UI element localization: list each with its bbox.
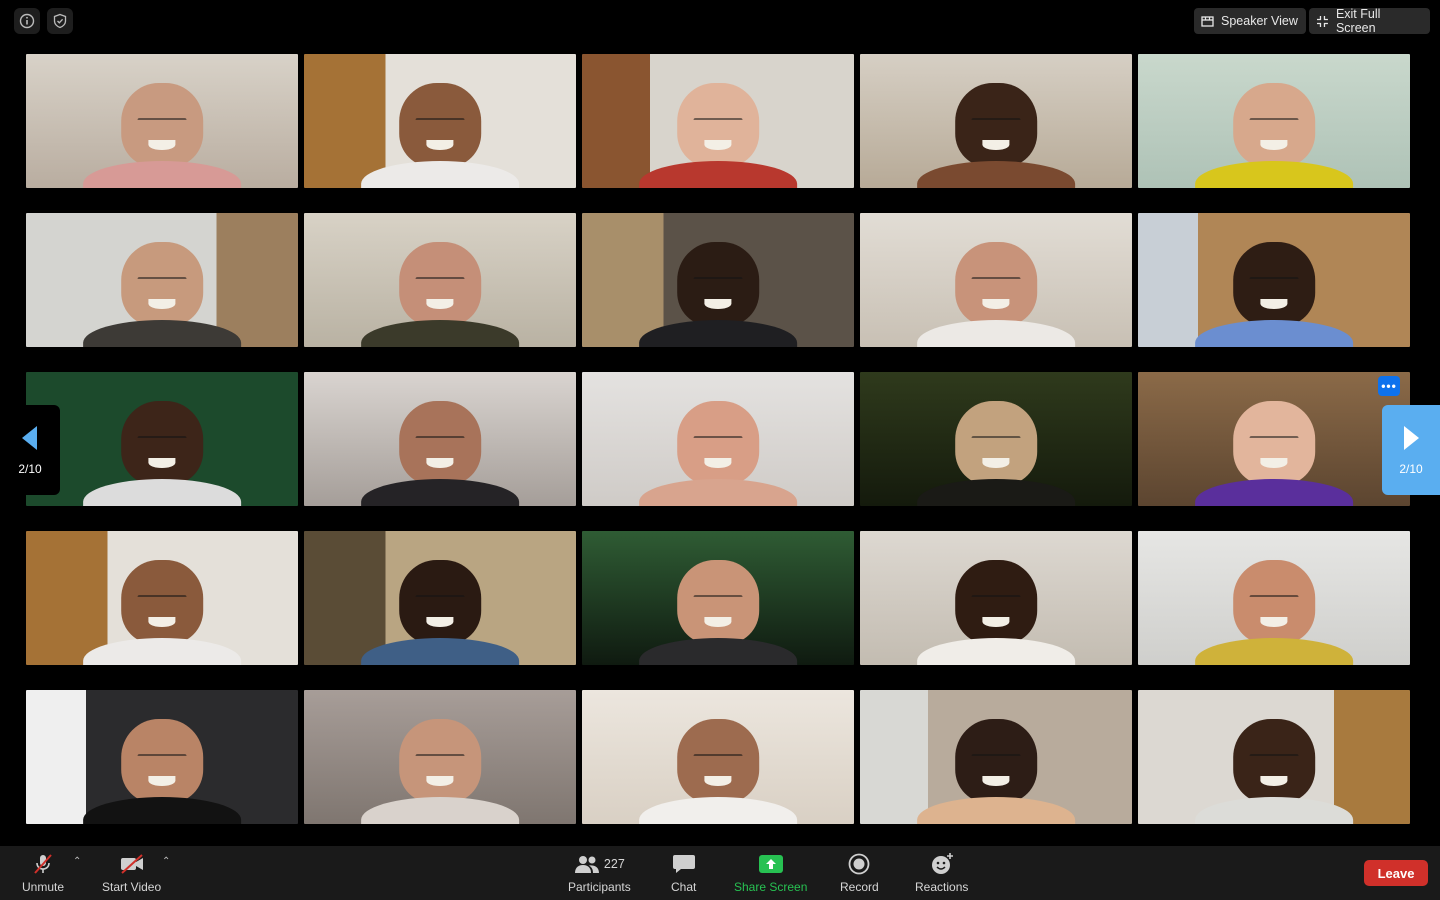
left-arrow-icon — [22, 426, 37, 450]
page-indicator-left: 2/10 — [18, 462, 42, 476]
share-screen-icon — [758, 855, 783, 873]
participants-icon — [574, 856, 599, 873]
unmute-label: Unmute — [22, 880, 65, 894]
participant-video-tile[interactable] — [26, 690, 298, 824]
participant-video-tile[interactable] — [26, 213, 298, 347]
participant-video-tile[interactable] — [1138, 54, 1410, 188]
video-options-caret-icon[interactable]: ⌃ — [162, 856, 170, 867]
chat-bubble-icon — [672, 855, 695, 873]
exit-full-screen-icon — [1316, 15, 1328, 27]
speaker-view-label: Speaker View — [1221, 14, 1298, 28]
participant-video-tile[interactable] — [582, 213, 854, 347]
participant-video-tile[interactable] — [582, 372, 854, 506]
participant-video-tile[interactable] — [304, 372, 576, 506]
participant-video-tile[interactable] — [304, 531, 576, 665]
exit-full-screen-button[interactable]: Exit Full Screen — [1309, 7, 1430, 35]
meeting-info-icon[interactable] — [14, 8, 40, 34]
participant-video-tile[interactable] — [26, 372, 298, 506]
record-icon — [848, 853, 870, 875]
participants-button[interactable]: 227 Participants — [568, 852, 631, 894]
participant-video-tile[interactable] — [582, 531, 854, 665]
participant-video-tile[interactable] — [582, 690, 854, 824]
participants-label: Participants — [568, 880, 631, 894]
chat-button[interactable]: Chat — [671, 852, 696, 894]
unmute-button[interactable]: Unmute — [22, 852, 64, 894]
video-off-icon — [120, 854, 143, 874]
participant-video-tile[interactable] — [860, 372, 1132, 506]
chat-label: Chat — [671, 880, 697, 894]
page-indicator-right: 2/10 — [1399, 462, 1423, 476]
security-shield-icon[interactable] — [47, 8, 73, 34]
record-button[interactable]: Record — [840, 852, 879, 894]
participant-video-tile[interactable] — [304, 54, 576, 188]
more-options-icon[interactable]: ••• — [1378, 376, 1400, 396]
start-video-button[interactable]: Start Video — [102, 852, 161, 894]
reactions-smiley-icon — [931, 853, 953, 874]
muted-microphone-icon — [34, 854, 52, 874]
audio-options-caret-icon[interactable]: ⌃ — [73, 856, 81, 867]
participant-video-tile[interactable] — [1138, 690, 1410, 824]
grid-view-icon — [1201, 15, 1214, 27]
right-arrow-icon — [1404, 426, 1419, 450]
participant-video-tile[interactable] — [26, 54, 298, 188]
speaker-view-button[interactable]: Speaker View — [1194, 8, 1306, 34]
participant-video-tile[interactable] — [860, 213, 1132, 347]
reactions-label: Reactions — [915, 880, 969, 894]
participant-video-tile[interactable]: ••• — [1138, 372, 1410, 506]
participant-video-tile[interactable] — [1138, 213, 1410, 347]
previous-page-button[interactable]: 2/10 — [0, 405, 60, 495]
next-page-button[interactable]: 2/10 — [1382, 405, 1440, 495]
exit-full-screen-label: Exit Full Screen — [1335, 7, 1381, 35]
meeting-toolbar: Unmute ⌃ Start Video ⌃ 227 Participants … — [0, 846, 1440, 900]
participant-video-tile[interactable] — [26, 531, 298, 665]
participant-video-tile[interactable] — [304, 213, 576, 347]
share-screen-button[interactable]: Share Screen — [734, 852, 807, 894]
start-video-label: Start Video — [102, 880, 162, 894]
share-screen-label: Share Screen — [734, 880, 808, 894]
reactions-button[interactable]: Reactions — [915, 852, 968, 894]
participants-count: 227 — [603, 857, 625, 871]
gallery-video-grid: ••• — [26, 54, 1414, 826]
participant-video-tile[interactable] — [860, 690, 1132, 824]
record-label: Record — [840, 880, 879, 894]
participant-video-tile[interactable] — [1138, 531, 1410, 665]
participant-video-tile[interactable] — [582, 54, 854, 188]
participant-video-tile[interactable] — [860, 54, 1132, 188]
participant-video-tile[interactable] — [860, 531, 1132, 665]
participant-video-tile[interactable] — [304, 690, 576, 824]
leave-meeting-button[interactable]: Leave — [1364, 860, 1428, 886]
